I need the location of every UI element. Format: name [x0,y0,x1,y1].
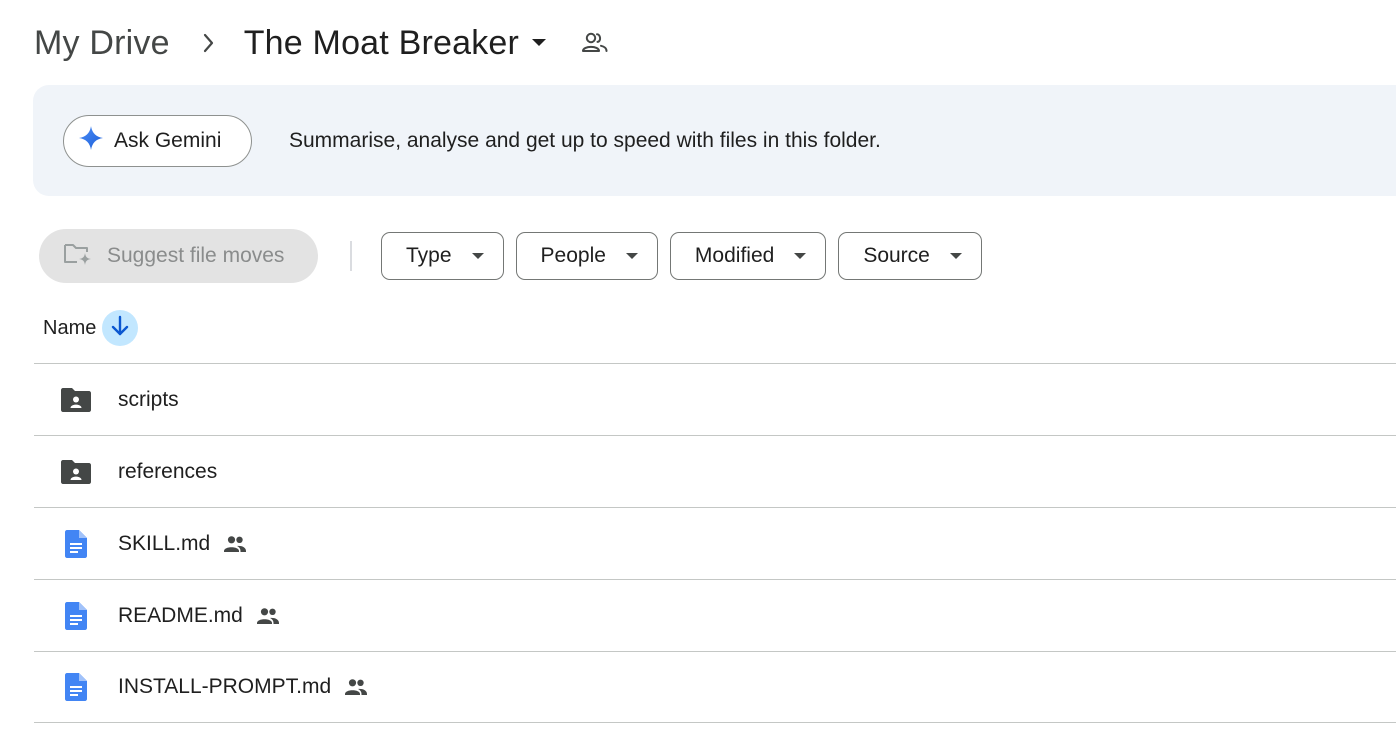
caret-down-icon [625,247,638,265]
file-name: scripts [118,387,179,411]
sort-direction-button[interactable] [102,310,139,346]
gemini-description: Summarise, analyse and get up to speed w… [289,128,881,152]
ask-gemini-button[interactable]: Ask Gemini [63,114,252,167]
arrow-down-icon [110,315,130,342]
gemini-sparkle-icon [78,125,104,156]
shared-people-icon [256,607,280,625]
list-header: Name [34,308,139,348]
filter-chip-label: Modified [694,244,775,267]
shared-folder-icon [34,387,118,413]
file-name: SKILL.md [118,531,211,555]
shared-people-icon [344,678,368,696]
shared-people-icon [223,535,247,553]
ask-gemini-label: Ask Gemini [114,128,222,152]
filter-chip-modified[interactable]: Modified [669,232,827,280]
list-item[interactable]: references [34,435,1396,507]
shared-folder-icon [34,459,118,485]
filter-chip-type[interactable]: Type [381,232,504,280]
file-name: README.md [118,603,243,627]
file-list: scripts references SKILL.md README.md IN… [34,363,1396,723]
document-icon [34,529,118,558]
list-item[interactable]: INSTALL-PROMPT.md [34,651,1396,723]
caret-down-icon [949,247,962,265]
file-name: INSTALL-PROMPT.md [118,675,332,698]
filter-chip-label: People [540,244,606,267]
breadcrumb-current-label: The Moat Breaker [243,23,520,62]
filter-bar: Suggest file moves Type People Modified … [39,229,994,283]
folder-move-icon [63,241,93,272]
column-header-name[interactable]: Name [43,317,96,340]
file-name: references [118,459,218,483]
breadcrumb: My Drive The Moat Breaker [34,18,609,68]
list-item[interactable]: README.md [34,579,1396,651]
filter-chip-source[interactable]: Source [838,232,982,280]
document-icon [34,673,118,701]
shared-people-icon[interactable] [581,31,609,55]
filter-chip-label: Source [863,244,930,267]
breadcrumb-root[interactable]: My Drive [34,24,170,63]
drive-folder-view: My Drive The Moat Breaker Ask Gemini Sum… [0,0,1396,750]
list-item[interactable]: scripts [34,363,1396,435]
filters-divider [350,241,352,271]
suggest-file-moves-button[interactable]: Suggest file moves [39,229,318,283]
filter-chip-people[interactable]: People [515,232,658,280]
chevron-right-icon [202,32,216,54]
gemini-banner: Ask Gemini Summarise, analyse and get up… [33,85,1396,196]
filter-chip-label: Type [406,244,452,267]
suggest-file-moves-label: Suggest file moves [107,244,285,267]
caret-down-icon [794,247,807,265]
list-item[interactable]: SKILL.md [34,507,1396,579]
breadcrumb-current-folder[interactable]: The Moat Breaker [244,24,547,63]
document-icon [34,601,118,630]
caret-down-icon [531,38,547,48]
caret-down-icon [471,247,484,265]
